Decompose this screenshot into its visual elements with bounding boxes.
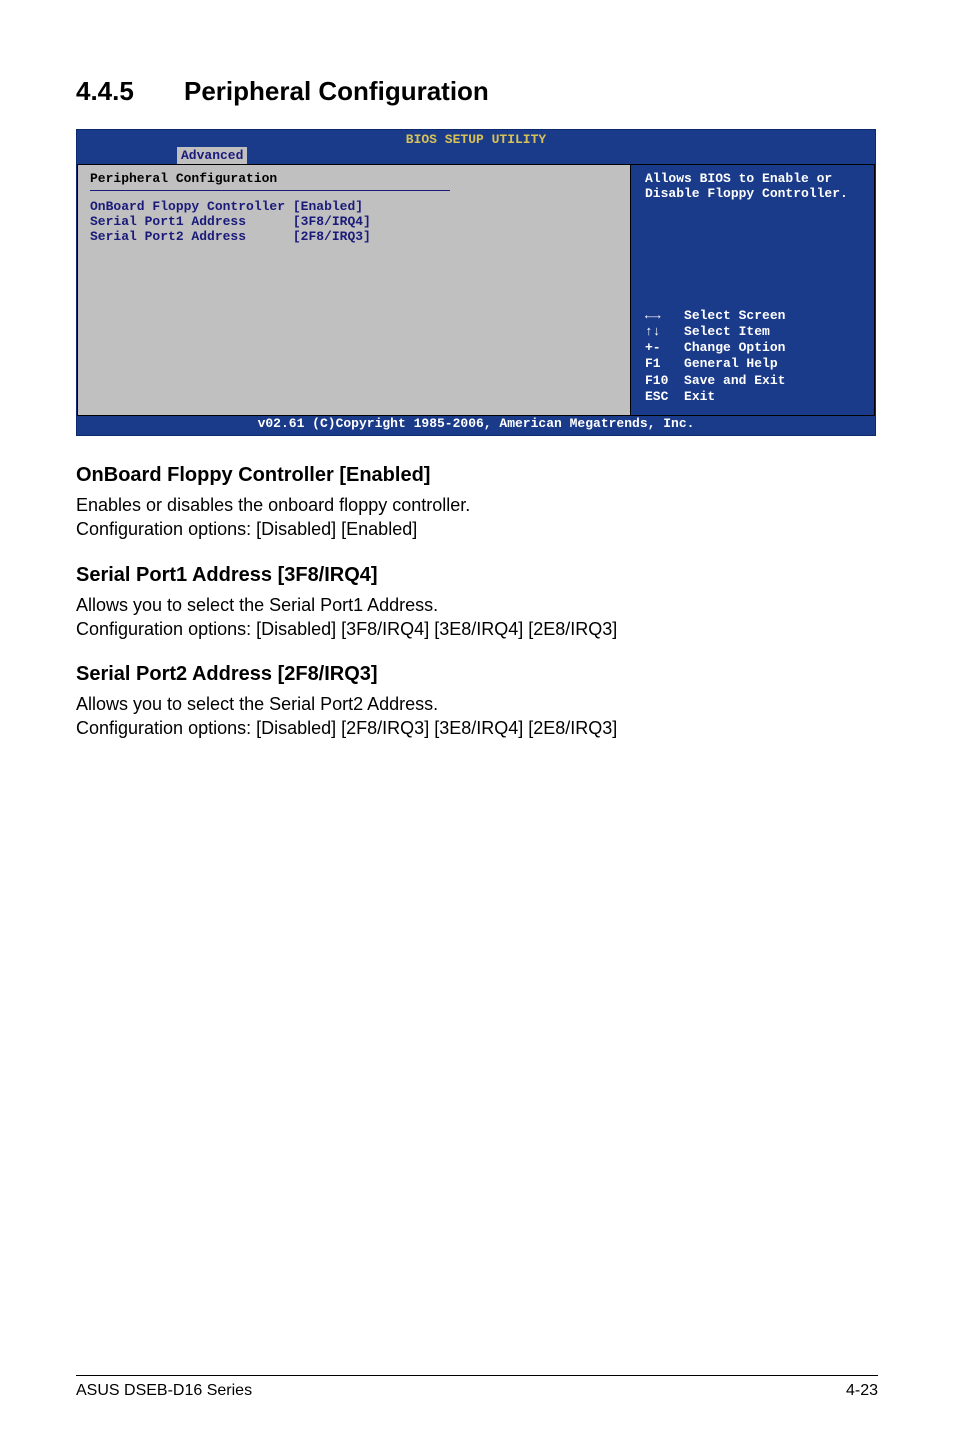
- bios-divider: [90, 190, 450, 191]
- bios-footer: v02.61 (C)Copyright 1985-2006, American …: [77, 416, 875, 435]
- bios-help-text: Allows BIOS to Enable or Disable Floppy …: [645, 171, 864, 201]
- bios-key-desc: Change Option: [684, 340, 785, 355]
- section-number: 4.4.5: [76, 76, 184, 107]
- footer-left: ASUS DSEB-D16 Series: [76, 1382, 252, 1400]
- subheading: OnBoard Floppy Controller [Enabled]: [76, 464, 878, 487]
- bios-tab-advanced: Advanced: [177, 147, 247, 164]
- subheading: Serial Port1 Address [3F8/IRQ4]: [76, 564, 878, 587]
- bios-key-legend: ←→ Select Screen ↑↓ Select Item +- Chang…: [645, 308, 864, 406]
- body-line: Configuration options: [Disabled] [3F8/I…: [76, 619, 617, 639]
- body-line: Allows you to select the Serial Port1 Ad…: [76, 595, 438, 615]
- bios-right-panel: Allows BIOS to Enable or Disable Floppy …: [631, 164, 875, 416]
- bios-item-value: [3F8/IRQ4]: [293, 214, 371, 229]
- bios-key: F1: [645, 356, 661, 371]
- bios-key-desc: Select Screen: [684, 308, 785, 323]
- bios-item-row: Serial Port1 Address [3F8/IRQ4]: [90, 214, 618, 229]
- body-line: Allows you to select the Serial Port2 Ad…: [76, 694, 438, 714]
- bios-item-label: OnBoard Floppy Controller: [90, 199, 285, 214]
- body-text: Enables or disables the onboard floppy c…: [76, 493, 878, 542]
- bios-item-value: [Enabled]: [293, 199, 363, 214]
- bios-header: BIOS SETUP UTILITY Advanced: [77, 130, 875, 164]
- bios-left-panel: Peripheral Configuration OnBoard Floppy …: [77, 164, 631, 416]
- bios-key-desc: Save and Exit: [684, 373, 785, 388]
- bios-header-title: BIOS SETUP UTILITY: [77, 132, 875, 147]
- bios-key: ESC: [645, 389, 668, 404]
- bios-panel-heading: Peripheral Configuration: [90, 171, 618, 186]
- bios-key-desc: Select Item: [684, 324, 770, 339]
- page-footer: ASUS DSEB-D16 Series 4-23: [76, 1375, 878, 1400]
- bios-key-desc: General Help: [684, 356, 778, 371]
- body-text: Allows you to select the Serial Port1 Ad…: [76, 593, 878, 642]
- bios-item-row: OnBoard Floppy Controller [Enabled]: [90, 199, 618, 214]
- body-text: Allows you to select the Serial Port2 Ad…: [76, 692, 878, 741]
- bios-key: ↑↓: [645, 324, 661, 339]
- bios-screenshot: BIOS SETUP UTILITY Advanced Peripheral C…: [76, 129, 876, 436]
- body-line: Enables or disables the onboard floppy c…: [76, 495, 470, 515]
- body-line: Configuration options: [Disabled] [2F8/I…: [76, 718, 617, 738]
- bios-item-label: Serial Port2 Address: [90, 229, 246, 244]
- bios-item-label: Serial Port1 Address: [90, 214, 246, 229]
- body-line: Configuration options: [Disabled] [Enabl…: [76, 519, 417, 539]
- bios-item-row: Serial Port2 Address [2F8/IRQ3]: [90, 229, 618, 244]
- bios-key: +-: [645, 340, 661, 355]
- footer-right: 4-23: [846, 1382, 878, 1400]
- bios-key-desc: Exit: [684, 389, 715, 404]
- subheading: Serial Port2 Address [2F8/IRQ3]: [76, 663, 878, 686]
- section-title: 4.4.5Peripheral Configuration: [76, 76, 878, 107]
- bios-item-value: [2F8/IRQ3]: [293, 229, 371, 244]
- bios-key: ←→: [645, 308, 661, 323]
- bios-key: F10: [645, 373, 668, 388]
- section-name: Peripheral Configuration: [184, 76, 489, 106]
